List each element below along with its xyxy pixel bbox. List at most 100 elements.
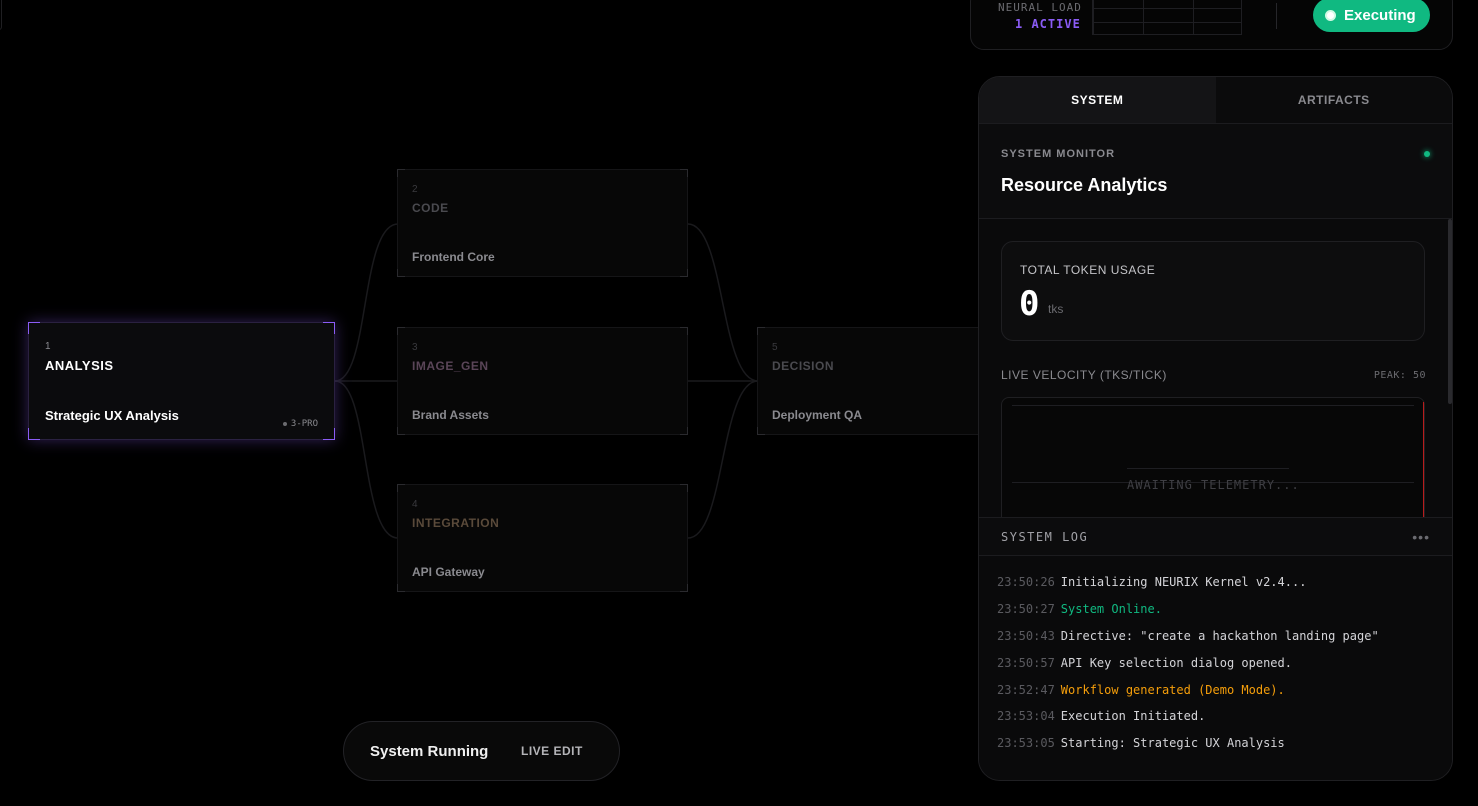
corner-marker	[680, 269, 688, 277]
corner-marker	[323, 428, 335, 440]
log-message: Initializing NEURIX Kernel v2.4...	[1060, 575, 1307, 589]
log-entry: 23:50:26 Initializing NEURIX Kernel v2.4.…	[997, 575, 1306, 589]
workflow-node-image-gen[interactable]: 3 IMAGE_GEN Brand Assets	[397, 327, 688, 435]
workflow-node-code[interactable]: 2 CODE Frontend Core	[397, 169, 688, 277]
log-time: 23:53:05	[997, 736, 1055, 750]
corner-marker	[757, 327, 765, 335]
system-log-header: SYSTEM LOG •••	[979, 517, 1452, 556]
workflow-node-integration[interactable]: 4 INTEGRATION API Gateway	[397, 484, 688, 592]
model-badge: 3-PRO	[282, 419, 318, 429]
token-usage-value: 0	[1019, 284, 1040, 324]
log-entry: 23:53:05 Starting: Strategic UX Analysis	[997, 736, 1285, 750]
node-type: CODE	[412, 201, 449, 215]
velocity-peak: PEAK: 50	[1373, 370, 1426, 381]
chart-gridline	[1012, 405, 1414, 406]
awaiting-telemetry-text: AWAITING TELEMETRY...	[1127, 478, 1300, 492]
executing-button[interactable]: Executing	[1313, 0, 1430, 32]
edge-1-2	[334, 223, 399, 382]
corner-marker	[323, 322, 335, 334]
log-message: Execution Initiated.	[1060, 709, 1206, 723]
model-label: 3-PRO	[290, 419, 318, 429]
status-bar: NEURAL LOAD 1 ACTIVE Executing	[970, 0, 1453, 50]
system-running-label: System Running	[370, 743, 489, 760]
node-type: DECISION	[772, 359, 835, 373]
token-usage-label: TOTAL TOKEN USAGE	[1020, 263, 1156, 277]
velocity-label: LIVE VELOCITY (TKS/TICK)	[1001, 368, 1167, 382]
neural-load-value: 1 ACTIVE	[1015, 17, 1081, 31]
log-time: 23:50:57	[997, 656, 1055, 670]
log-message: Starting: Strategic UX Analysis	[1060, 736, 1285, 750]
monitor-title: Resource Analytics	[1001, 175, 1168, 195]
live-edit-button[interactable]: LIVE EDIT	[521, 744, 583, 758]
log-time: 23:50:27	[997, 602, 1055, 616]
corner-marker	[680, 169, 688, 177]
edge-2-5	[687, 223, 759, 382]
node-number: 1	[45, 341, 51, 352]
log-time: 23:50:26	[997, 575, 1055, 589]
log-message: System Online.	[1060, 602, 1162, 616]
monitor-header: SYSTEM MONITOR Resource Analytics	[979, 123, 1452, 219]
system-status-pill: System Running LIVE EDIT	[343, 721, 620, 781]
velocity-chart: AWAITING TELEMETRY...	[1001, 397, 1425, 527]
corner-marker	[680, 584, 688, 592]
node-type: INTEGRATION	[412, 516, 500, 530]
node-type: IMAGE_GEN	[412, 359, 489, 373]
corner-marker	[397, 327, 405, 335]
neural-load-label: NEURAL LOAD	[998, 1, 1082, 14]
node-title: API Gateway	[412, 565, 485, 579]
corner-marker	[397, 584, 405, 592]
side-panel: SYSTEM ARTIFACTS SYSTEM MONITOR Resource…	[978, 76, 1453, 781]
node-number: 3	[412, 342, 418, 353]
edge-4-5	[687, 380, 759, 539]
corner-marker	[680, 484, 688, 492]
system-log-body: 23:50:26 Initializing NEURIX Kernel v2.4.…	[979, 556, 1452, 780]
log-entry: 23:53:04 Execution Initiated.	[997, 709, 1205, 723]
log-time: 23:50:43	[997, 629, 1055, 643]
corner-marker	[397, 427, 405, 435]
log-message: Directive: "create a hackathon landing p…	[1060, 629, 1379, 643]
node-title: Deployment QA	[772, 408, 863, 422]
workflow-node-analysis[interactable]: 1 ANALYSIS Strategic UX Analysis 3-PRO	[28, 322, 335, 440]
peak-marker	[1423, 402, 1424, 522]
log-time: 23:52:47	[997, 683, 1055, 697]
executing-label: Executing	[1344, 6, 1416, 24]
corner-marker	[397, 169, 405, 177]
token-usage-card: TOTAL TOKEN USAGE 0 tks	[1001, 241, 1425, 341]
corner-marker	[28, 428, 40, 440]
node-title: Strategic UX Analysis	[45, 408, 179, 423]
corner-marker	[680, 427, 688, 435]
node-title: Brand Assets	[412, 408, 489, 422]
log-entry: 23:50:43 Directive: "create a hackathon l…	[997, 629, 1379, 643]
system-log-title: SYSTEM LOG	[1001, 530, 1089, 544]
node-type: ANALYSIS	[45, 358, 114, 373]
panel-tabs: SYSTEM ARTIFACTS	[979, 77, 1452, 123]
log-message: Workflow generated (Demo Mode).	[1060, 683, 1285, 697]
token-usage-unit: tks	[1048, 302, 1064, 316]
online-indicator-icon	[1424, 151, 1430, 157]
status-dot-icon	[1325, 9, 1336, 21]
edge-1-4	[334, 380, 399, 539]
node-number: 4	[412, 499, 418, 510]
more-options-icon[interactable]: •••	[1412, 529, 1430, 545]
workflow-node-decision[interactable]: 5 DECISION Deployment QA	[757, 327, 987, 435]
awaiting-divider	[1127, 468, 1289, 469]
corner-marker	[397, 484, 405, 492]
model-dot-icon	[282, 422, 287, 426]
tab-system[interactable]: SYSTEM	[979, 77, 1216, 123]
log-entry: 23:50:27 System Online.	[997, 602, 1162, 616]
log-message: API Key selection dialog opened.	[1060, 656, 1292, 670]
corner-marker	[28, 322, 40, 334]
divider	[1276, 3, 1277, 29]
log-time: 23:53:04	[997, 709, 1055, 723]
corner-marker	[680, 327, 688, 335]
node-number: 5	[772, 342, 778, 353]
tab-artifacts[interactable]: ARTIFACTS	[1215, 77, 1452, 123]
node-number: 2	[412, 184, 418, 195]
panel-scrollbar[interactable]	[1448, 219, 1452, 404]
node-title: Frontend Core	[412, 250, 495, 264]
corner-marker	[397, 269, 405, 277]
log-entry: 23:52:47 Workflow generated (Demo Mode).	[997, 683, 1285, 697]
corner-marker	[757, 427, 765, 435]
neural-load-graph	[1092, 0, 1242, 35]
monitor-label: SYSTEM MONITOR	[1001, 148, 1116, 160]
